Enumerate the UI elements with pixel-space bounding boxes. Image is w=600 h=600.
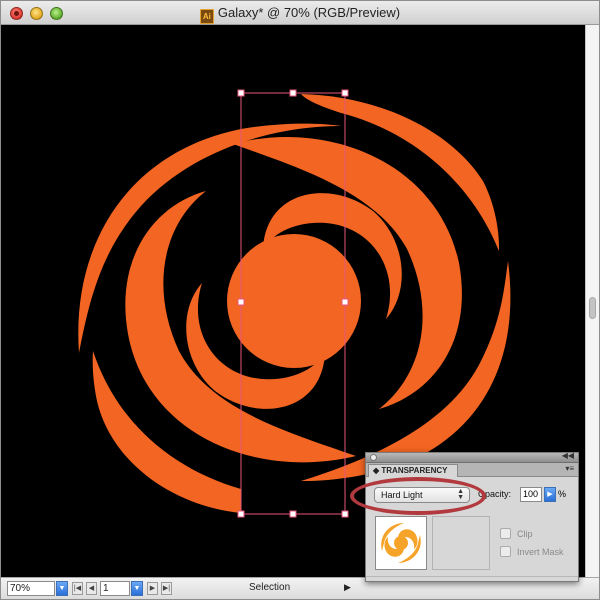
opacity-value: 100 [523,489,539,499]
opacity-slider-button[interactable]: ▶ [544,487,556,502]
selection-handle[interactable] [289,89,297,97]
opacity-mask-area[interactable] [432,516,490,570]
document-title-text: Galaxy* @ 70% (RGB/Preview) [217,5,401,20]
vertical-scroll-thumb[interactable] [589,297,596,319]
next-artboard-button[interactable]: ▶ [147,582,158,595]
artboard-number-text: 1 [103,583,109,594]
panel-close-button[interactable] [370,454,377,461]
selection-handle[interactable] [341,510,349,518]
document-title: Ai Galaxy* @ 70% (RGB/Preview) [1,5,599,24]
opacity-input[interactable]: 100 [520,487,542,502]
highlight-annotation-ellipse [350,477,486,515]
zoom-dropdown-button[interactable]: ▼ [56,581,68,596]
artboard-dropdown-button[interactable]: ▼ [131,581,143,596]
tab-transparency[interactable]: ◆ TRANSPARENCY [368,464,458,477]
status-menu-arrow-icon[interactable]: ▶ [344,582,351,593]
clip-checkbox[interactable] [500,528,511,539]
galaxy-core[interactable] [227,234,361,368]
last-artboard-button[interactable]: ▶| [161,582,172,595]
status-label[interactable]: Selection [249,582,290,593]
invert-mask-label: Invert Mask [517,547,564,557]
selection-handle[interactable] [237,510,245,518]
opacity-unit: % [558,489,567,499]
object-thumbnail[interactable] [375,516,427,570]
vertical-scrollbar[interactable] [585,25,599,577]
selection-handle[interactable] [341,89,349,97]
clip-label: Clip [517,529,533,539]
previous-artboard-button[interactable]: ◀ [86,582,97,595]
ai-document-icon: Ai [199,9,214,24]
selection-handle[interactable] [237,89,245,97]
swirl-thumbnail-icon [381,523,421,563]
thumbnail-core [394,536,408,550]
zoom-level-text: 70% [10,583,31,594]
selection-handle[interactable] [237,298,245,306]
first-artboard-button[interactable]: |◀ [72,582,83,595]
panel-menu-icon[interactable]: ▾≡ [565,464,574,473]
panel-tab-row: ◆ TRANSPARENCY ▾≡ [366,463,578,477]
title-bar[interactable]: Ai Galaxy* @ 70% (RGB/Preview) [1,1,599,25]
selection-handle[interactable] [289,510,297,518]
tab-transparency-label: TRANSPARENCY [381,466,448,475]
panel-bottom-edge [366,576,578,581]
illustrator-document-window: Ai Galaxy* @ 70% (RGB/Preview) 70% ▼ |◀ … [0,0,600,600]
zoom-level-field[interactable]: 70% [7,581,55,596]
invert-mask-checkbox[interactable] [500,546,511,557]
panel-title-bar[interactable]: ◀◀ [366,451,578,463]
transparency-panel: ◀◀ ◆ TRANSPARENCY ▾≡ Hard Light ▲ ▼ Opaci… [365,451,579,582]
panel-collapse-icon[interactable]: ◀◀ [562,451,574,460]
artboard-number-field[interactable]: 1 [100,581,130,596]
selection-handle[interactable] [341,298,349,306]
